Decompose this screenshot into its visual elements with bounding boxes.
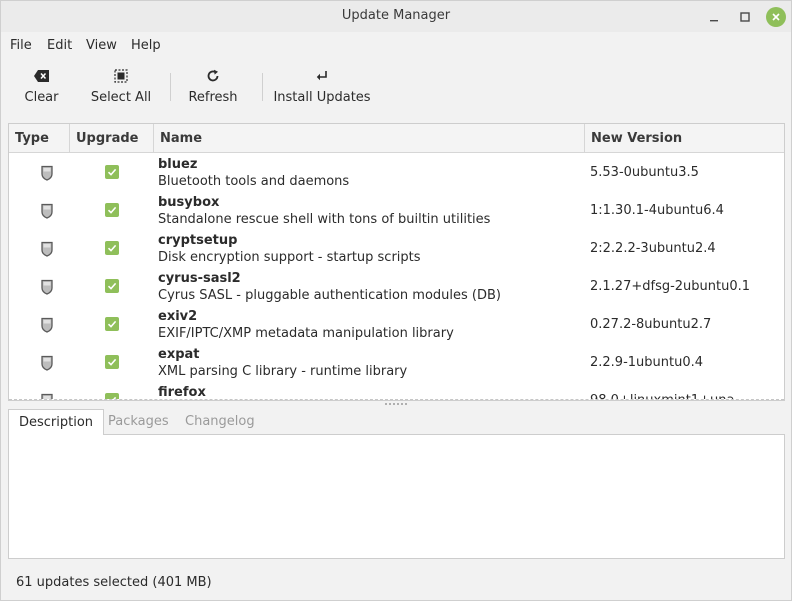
package-new-version: 0.27.2-8ubuntu2.7 xyxy=(590,317,712,332)
upgrade-checkbox[interactable] xyxy=(105,279,119,293)
tab-description[interactable]: Description xyxy=(8,409,105,436)
list-item[interactable]: bluez Bluetooth tools and daemons 5.53-0ub… xyxy=(9,153,784,191)
package-description: Standalone rescue shell with tons of bui… xyxy=(158,212,491,227)
package-new-version: 2.1.27+dfsg-2ubuntu0.1 xyxy=(590,279,751,294)
menu-bar: File Edit View Help xyxy=(1,32,791,59)
toolbar-separator xyxy=(170,73,171,101)
package-name: exiv2 xyxy=(158,309,198,324)
refresh-icon xyxy=(206,67,220,85)
column-header-name[interactable]: Name xyxy=(154,124,585,153)
upgrade-checkbox[interactable] xyxy=(105,203,119,217)
package-description: Bluetooth tools and daemons xyxy=(158,174,350,189)
update-manager-window: Update Manager File Edit View Help Clear… xyxy=(0,0,792,601)
maximize-icon xyxy=(740,12,750,22)
clear-button[interactable]: Clear xyxy=(19,67,64,109)
install-updates-label: Install Updates xyxy=(273,90,371,105)
shield-icon xyxy=(40,355,54,371)
shield-icon xyxy=(40,279,54,295)
checkmark-icon xyxy=(107,168,117,176)
list-item[interactable]: expat XML parsing C library - runtime lib… xyxy=(9,343,784,381)
window-title: Update Manager xyxy=(341,8,451,23)
minimize-button[interactable] xyxy=(704,7,724,27)
list-item[interactable]: firefox 98.0+linuxmint1+una xyxy=(9,381,784,400)
install-updates-button[interactable]: Install Updates xyxy=(273,67,371,109)
status-text: 61 updates selected (401 MB) xyxy=(16,575,212,590)
upgrade-checkbox[interactable] xyxy=(105,355,119,369)
upgrade-checkbox[interactable] xyxy=(105,317,119,331)
pane-resize-handle[interactable] xyxy=(385,403,409,407)
package-name: bluez xyxy=(158,157,198,172)
package-description: XML parsing C library - runtime library xyxy=(158,364,408,379)
menu-file[interactable]: File xyxy=(10,38,32,53)
list-item[interactable]: busybox Standalone rescue shell with tons… xyxy=(9,191,784,229)
close-icon xyxy=(772,13,780,21)
toolbar: Clear Select All Refresh Install Updates xyxy=(1,59,791,117)
checkmark-icon xyxy=(107,320,117,328)
shield-icon xyxy=(40,241,54,257)
toolbar-separator xyxy=(262,73,263,101)
package-new-version: 98.0+linuxmint1+una xyxy=(590,393,734,399)
refresh-button[interactable]: Refresh xyxy=(186,67,240,109)
close-button[interactable] xyxy=(766,7,786,27)
column-header-new-version[interactable]: New Version xyxy=(585,124,784,153)
return-arrow-icon xyxy=(315,67,329,85)
updates-list[interactable]: Type Upgrade Name New Version bluez Bluet… xyxy=(8,123,785,401)
title-bar[interactable]: Update Manager xyxy=(1,1,791,32)
column-header-type[interactable]: Type xyxy=(9,124,70,153)
package-name: busybox xyxy=(158,195,220,210)
menu-view[interactable]: View xyxy=(86,38,117,53)
shield-icon xyxy=(40,203,54,219)
list-body: bluez Bluetooth tools and daemons 5.53-0ub… xyxy=(9,153,784,400)
checkmark-icon xyxy=(107,358,117,366)
shield-icon xyxy=(40,393,54,399)
checkmark-icon xyxy=(107,282,117,290)
package-name: cryptsetup xyxy=(158,233,238,248)
package-name: firefox xyxy=(158,385,206,400)
package-new-version: 2:2.2.2-3ubuntu2.4 xyxy=(590,241,716,256)
package-description: Disk encryption support - startup script… xyxy=(158,250,421,265)
package-description: EXIF/IPTC/XMP metadata manipulation libr… xyxy=(158,326,454,341)
package-new-version: 2.2.9-1ubuntu0.4 xyxy=(590,355,704,370)
menu-edit[interactable]: Edit xyxy=(47,38,72,53)
tab-changelog[interactable]: Changelog xyxy=(175,409,265,435)
checkmark-icon xyxy=(107,244,117,252)
shield-icon xyxy=(40,165,54,181)
select-all-button[interactable]: Select All xyxy=(89,67,153,109)
package-name: expat xyxy=(158,347,200,362)
maximize-button[interactable] xyxy=(735,7,755,27)
select-all-label: Select All xyxy=(90,90,152,105)
tab-bar: Description Packages Changelog xyxy=(8,409,785,436)
menu-help[interactable]: Help xyxy=(131,38,161,53)
list-item[interactable]: cryptsetup Disk encryption support - star… xyxy=(9,229,784,267)
details-notebook: Description Packages Changelog xyxy=(8,409,785,559)
tab-packages[interactable]: Packages xyxy=(98,409,179,435)
column-header-upgrade[interactable]: Upgrade xyxy=(70,124,154,153)
description-panel xyxy=(8,435,785,559)
package-name: cyrus-sasl2 xyxy=(158,271,241,286)
minimize-icon xyxy=(710,20,718,22)
package-description: Cyrus SASL - pluggable authentication mo… xyxy=(158,288,501,303)
select-all-icon xyxy=(114,67,128,85)
refresh-label: Refresh xyxy=(188,90,238,105)
list-item[interactable]: cyrus-sasl2 Cyrus SASL - pluggable authen… xyxy=(9,267,784,305)
checkmark-icon xyxy=(107,206,117,214)
upgrade-checkbox[interactable] xyxy=(105,241,119,255)
package-new-version: 5.53-0ubuntu3.5 xyxy=(590,165,699,180)
clear-label: Clear xyxy=(24,90,59,105)
list-item[interactable]: exiv2 EXIF/IPTC/XMP metadata manipulation… xyxy=(9,305,784,343)
checkmark-icon xyxy=(113,396,117,399)
shield-icon xyxy=(40,317,54,333)
list-header: Type Upgrade Name New Version xyxy=(9,124,784,153)
upgrade-checkbox[interactable] xyxy=(105,393,119,399)
package-new-version: 1:1.30.1-4ubuntu6.4 xyxy=(590,203,724,218)
upgrade-checkbox[interactable] xyxy=(105,165,119,179)
backspace-icon xyxy=(33,67,51,85)
